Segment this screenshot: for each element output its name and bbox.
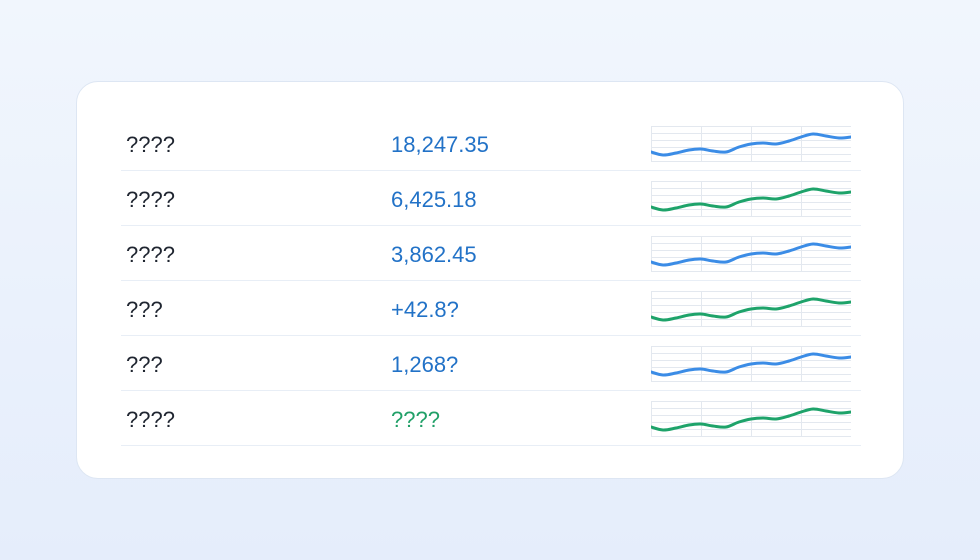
row-label: ???? [126,407,175,432]
row-label: ???? [126,132,175,157]
sparkline-chart [651,401,851,437]
row-value: 6,425.18 [391,187,477,212]
sparkline-svg [651,291,851,327]
table-row: ??? 1,268? [121,336,861,391]
sparkline-chart [651,346,851,382]
sparkline-chart [651,236,851,272]
stats-table: ???? 18,247.35 ???? 6,425.18 ???? 3,862.… [121,116,861,446]
row-value: ???? [391,407,440,432]
row-value: 1,268? [391,352,459,377]
row-value: +42.8? [391,297,459,322]
sparkline-chart [651,291,851,327]
sparkline-svg [651,346,851,382]
sparkline-svg [651,126,851,162]
row-value: 18,247.35 [391,132,489,157]
row-label: ??? [126,352,163,377]
sparkline-svg [651,401,851,437]
row-label: ???? [126,187,175,212]
sparkline-svg [651,181,851,217]
row-value: 3,862.45 [391,242,477,267]
row-label: ???? [126,242,175,267]
table-row: ???? 18,247.35 [121,116,861,171]
table-row: ???? 6,425.18 [121,171,861,226]
table-row: ??? +42.8? [121,281,861,336]
sparkline-svg [651,236,851,272]
table-row: ???? ???? [121,391,861,446]
row-label: ??? [126,297,163,322]
sparkline-chart [651,126,851,162]
sparkline-chart [651,181,851,217]
table-row: ???? 3,862.45 [121,226,861,281]
stats-card: ???? 18,247.35 ???? 6,425.18 ???? 3,862.… [76,81,904,479]
